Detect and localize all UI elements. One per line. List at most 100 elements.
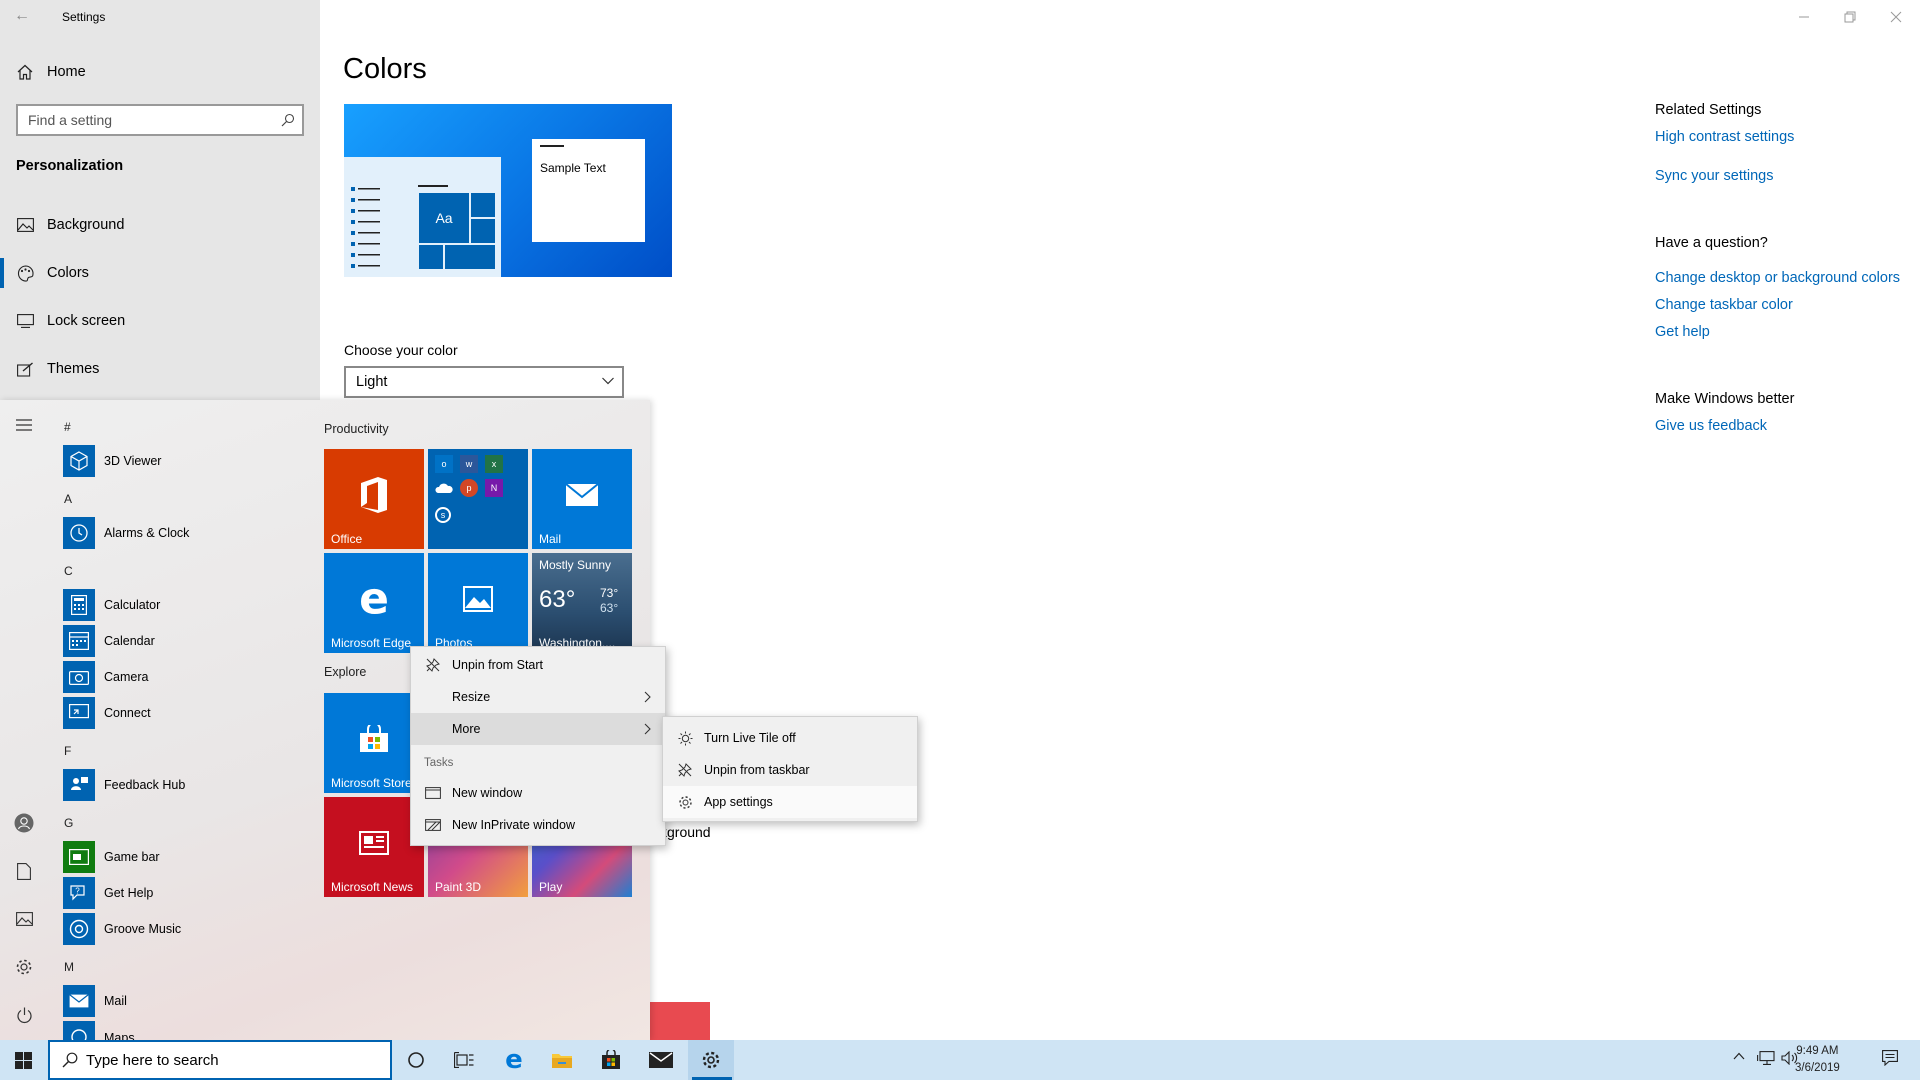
settings-gear-icon[interactable] <box>14 957 34 977</box>
menu-item-new-inprivate[interactable]: New InPrivate window <box>411 809 665 841</box>
link-get-help[interactable]: Get help <box>1655 324 1710 340</box>
tile-label: Paint 3D <box>435 880 482 894</box>
app-alarms-clock[interactable]: Alarms & Clock <box>63 517 189 549</box>
nav-home[interactable]: Home <box>0 52 320 92</box>
menu-item-resize[interactable]: Resize <box>411 681 665 713</box>
more-submenu: Turn Live Tile off Unpin from taskbar Ap… <box>662 716 918 822</box>
tile-mail[interactable]: Mail <box>532 449 632 549</box>
nav-item-colors[interactable]: Colors <box>0 253 320 293</box>
skype-icon: s <box>435 507 451 523</box>
app-label: Camera <box>104 670 149 684</box>
color-mode-dropdown[interactable]: Light <box>344 366 624 398</box>
link-change-taskbar[interactable]: Change taskbar color <box>1655 297 1793 313</box>
task-view-icon <box>454 1052 474 1068</box>
menu-item-more[interactable]: More <box>411 713 665 745</box>
find-setting-input[interactable]: Find a setting <box>16 104 304 136</box>
tile-weather[interactable]: Mostly Sunny 63° 73° 63° Washington,... <box>532 553 632 653</box>
menu-item-label: More <box>452 722 481 736</box>
feedback-heading: Make Windows better <box>1655 391 1795 407</box>
tile-photos[interactable]: Photos <box>428 553 528 653</box>
taskbar-settings[interactable] <box>688 1040 734 1080</box>
nav-item-themes[interactable]: Themes <box>0 349 320 389</box>
taskbar-mail[interactable] <box>638 1040 684 1080</box>
link-give-feedback[interactable]: Give us feedback <box>1655 418 1767 434</box>
user-icon[interactable] <box>14 813 34 833</box>
app-calendar[interactable]: Calendar <box>63 625 155 657</box>
link-change-background[interactable]: Change desktop or background colors <box>1655 270 1900 286</box>
app-maps[interactable]: Maps <box>63 1021 135 1040</box>
app-groove-music[interactable]: Groove Music <box>63 913 181 945</box>
group-header-explore[interactable]: Explore <box>324 665 366 679</box>
menu-item-live-tile-off[interactable]: Turn Live Tile off <box>663 722 917 754</box>
nav-item-background[interactable]: Background <box>0 205 320 245</box>
tile-microsoft-store[interactable]: Microsoft Store <box>324 693 424 793</box>
notifications-button[interactable] <box>1882 1050 1898 1066</box>
start-button[interactable] <box>0 1040 46 1080</box>
app-connect[interactable]: Connect <box>63 697 151 729</box>
network-button[interactable] <box>1757 1051 1775 1065</box>
link-sync-settings[interactable]: Sync your settings <box>1655 168 1773 184</box>
taskbar-search-box[interactable]: Type here to search <box>48 1040 392 1080</box>
tile-label: Office <box>331 532 363 546</box>
tile-office[interactable]: Office <box>324 449 424 549</box>
menu-item-app-settings[interactable]: App settings <box>663 786 917 818</box>
menu-item-label: New InPrivate window <box>452 818 575 832</box>
app-game-bar[interactable]: Game bar <box>63 841 160 873</box>
app-label: Get Help <box>104 886 154 900</box>
gamebar-icon <box>63 841 95 873</box>
power-icon[interactable] <box>14 1005 34 1025</box>
search-icon <box>62 1052 78 1068</box>
connect-icon <box>63 697 95 729</box>
app-feedback-hub[interactable]: Feedback Hub <box>63 769 185 801</box>
letter-header[interactable]: G <box>64 816 73 830</box>
show-hidden-icons-button[interactable] <box>1733 1052 1745 1060</box>
inprivate-window-icon <box>424 819 442 831</box>
edge-icon: e <box>505 1045 523 1075</box>
tile-microsoft-news[interactable]: Microsoft News <box>324 797 424 897</box>
tile-microsoft-edge[interactable]: e Microsoft Edge <box>324 553 424 653</box>
color-preview: Aa Sample Text <box>344 104 672 277</box>
preview-list-icon <box>351 187 381 275</box>
app-3d-viewer[interactable]: 3D Viewer <box>63 445 161 477</box>
pictures-icon[interactable] <box>14 909 34 929</box>
minimize-button[interactable] <box>1781 6 1827 28</box>
app-calculator[interactable]: Calculator <box>63 589 160 621</box>
app-get-help[interactable]: ? Get Help <box>63 877 153 909</box>
nav-item-lock-screen[interactable]: Lock screen <box>0 301 320 341</box>
letter-header[interactable]: A <box>64 492 72 506</box>
taskbar-store[interactable] <box>588 1040 634 1080</box>
back-button[interactable]: ← <box>14 7 34 27</box>
menu-item-label: New window <box>452 786 523 800</box>
letter-header[interactable]: F <box>64 744 71 758</box>
system-clock[interactable]: 9:49 AM 3/6/2019 <box>1795 1043 1840 1077</box>
link-high-contrast[interactable]: High contrast settings <box>1655 129 1794 145</box>
task-view-button[interactable] <box>441 1040 487 1080</box>
restore-button[interactable] <box>1827 6 1873 28</box>
letter-header[interactable]: M <box>64 960 74 974</box>
taskbar-edge[interactable]: e <box>491 1040 537 1080</box>
outlook-icon: o <box>435 455 453 473</box>
weather-condition: Mostly Sunny <box>539 558 612 572</box>
nav-item-label: Themes <box>47 361 100 377</box>
onedrive-icon <box>435 482 453 494</box>
help-icon: ? <box>63 877 95 909</box>
menu-item-unpin-start[interactable]: Unpin from Start <box>411 649 665 681</box>
menu-item-new-window[interactable]: New window <box>411 777 665 809</box>
cortana-button[interactable] <box>393 1040 439 1080</box>
app-label: Game bar <box>104 850 160 864</box>
taskbar-file-explorer[interactable] <box>539 1040 585 1080</box>
menu-item-unpin-taskbar[interactable]: Unpin from taskbar <box>663 754 917 786</box>
tile-office-apps-folder[interactable]: o w x p N s <box>428 449 528 549</box>
letter-header[interactable]: C <box>64 564 73 578</box>
feedback-icon <box>63 769 95 801</box>
close-button[interactable] <box>1873 6 1919 28</box>
hamburger-icon[interactable] <box>14 415 34 435</box>
group-header-productivity[interactable]: Productivity <box>324 422 389 436</box>
chevron-right-icon <box>644 723 651 735</box>
app-mail[interactable]: Mail <box>63 985 127 1017</box>
app-camera[interactable]: Camera <box>63 661 148 693</box>
preview-tile <box>471 219 495 243</box>
letter-header[interactable]: # <box>64 420 71 434</box>
documents-icon[interactable] <box>14 861 34 881</box>
background-label-fragment: kground <box>660 824 711 840</box>
